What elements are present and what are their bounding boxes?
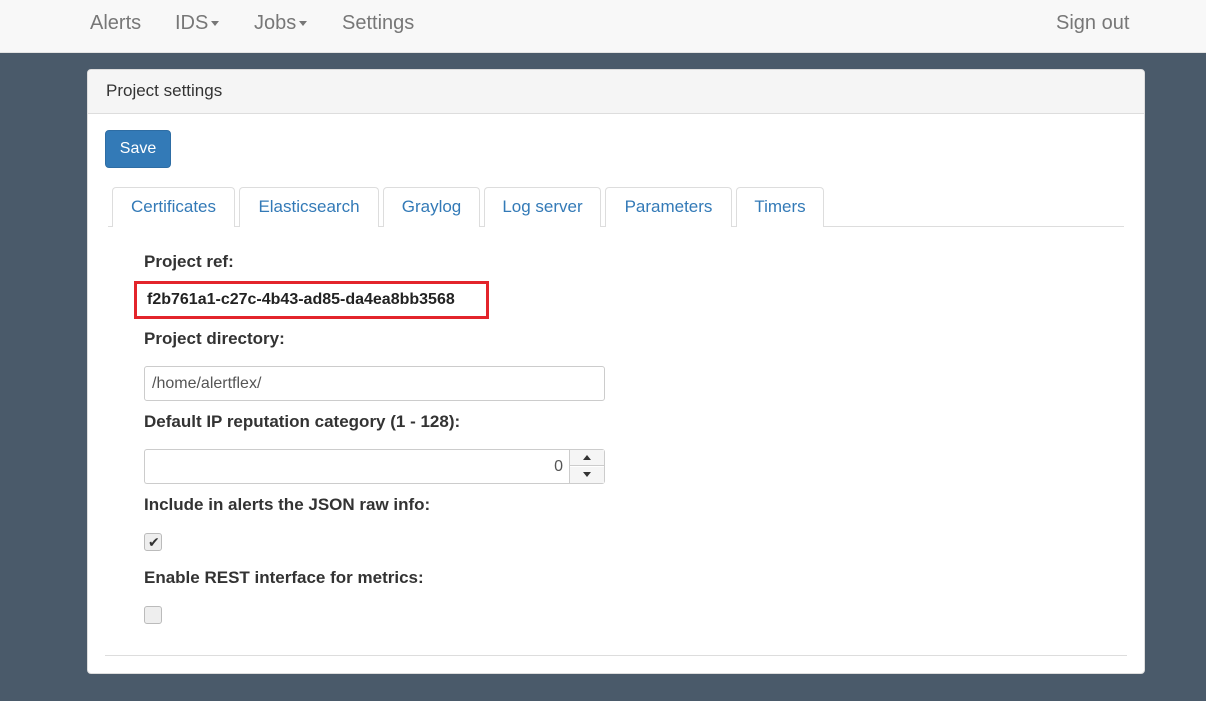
nav-ids-dropdown[interactable]: IDS [175, 12, 220, 35]
project-directory-input[interactable]: /home/alertflex/ [144, 366, 605, 401]
tab-certificates[interactable]: Certificates [112, 187, 235, 227]
nav-settings[interactable]: Settings [342, 12, 414, 35]
tab-parameters[interactable]: Parameters [605, 187, 732, 227]
rest-interface-checkbox[interactable] [144, 606, 162, 624]
caret-down-icon [299, 21, 308, 27]
arrow-up-icon [583, 455, 591, 460]
ip-reputation-input[interactable]: 0 [144, 449, 569, 484]
top-navbar: Alerts IDS Jobs Settings Sign out [0, 0, 1206, 53]
nav-jobs-label: Jobs [254, 12, 297, 34]
nav-alerts[interactable]: Alerts [90, 12, 141, 35]
tab-graylog[interactable]: Graylog [383, 187, 480, 227]
arrow-down-icon [583, 472, 591, 477]
project-directory-label: Project directory: [144, 329, 285, 348]
project-ref-highlight: f2b761a1-c27c-4b43-ad85-da4ea8bb3568 [134, 281, 489, 319]
tab-timers[interactable]: Timers [736, 187, 824, 227]
save-button[interactable]: Save [105, 130, 171, 168]
checkmark-icon: ✔ [148, 534, 160, 550]
caret-down-icon [211, 21, 220, 27]
json-raw-checkbox[interactable]: ✔ [144, 533, 162, 551]
nav-jobs-dropdown[interactable]: Jobs [254, 12, 308, 35]
nav-sign-out[interactable]: Sign out [1056, 12, 1129, 35]
nav-ids-label: IDS [175, 12, 209, 34]
project-settings-panel: Project settings Save Certificates Elast… [87, 69, 1145, 674]
decrement-button[interactable] [570, 467, 604, 483]
increment-button[interactable] [570, 450, 604, 466]
project-ref-label: Project ref: [144, 252, 234, 271]
json-raw-label: Include in alerts the JSON raw info: [144, 495, 431, 514]
project-ref-value: f2b761a1-c27c-4b43-ad85-da4ea8bb3568 [147, 291, 455, 308]
ip-reputation-stepper [569, 449, 605, 484]
rest-interface-label: Enable REST interface for metrics: [144, 568, 424, 587]
footer-divider [105, 655, 1127, 656]
panel-title: Project settings [88, 70, 1144, 114]
tab-log-server[interactable]: Log server [484, 187, 601, 227]
ip-reputation-label: Default IP reputation category (1 - 128)… [144, 412, 461, 431]
tab-elasticsearch[interactable]: Elasticsearch [239, 187, 379, 227]
